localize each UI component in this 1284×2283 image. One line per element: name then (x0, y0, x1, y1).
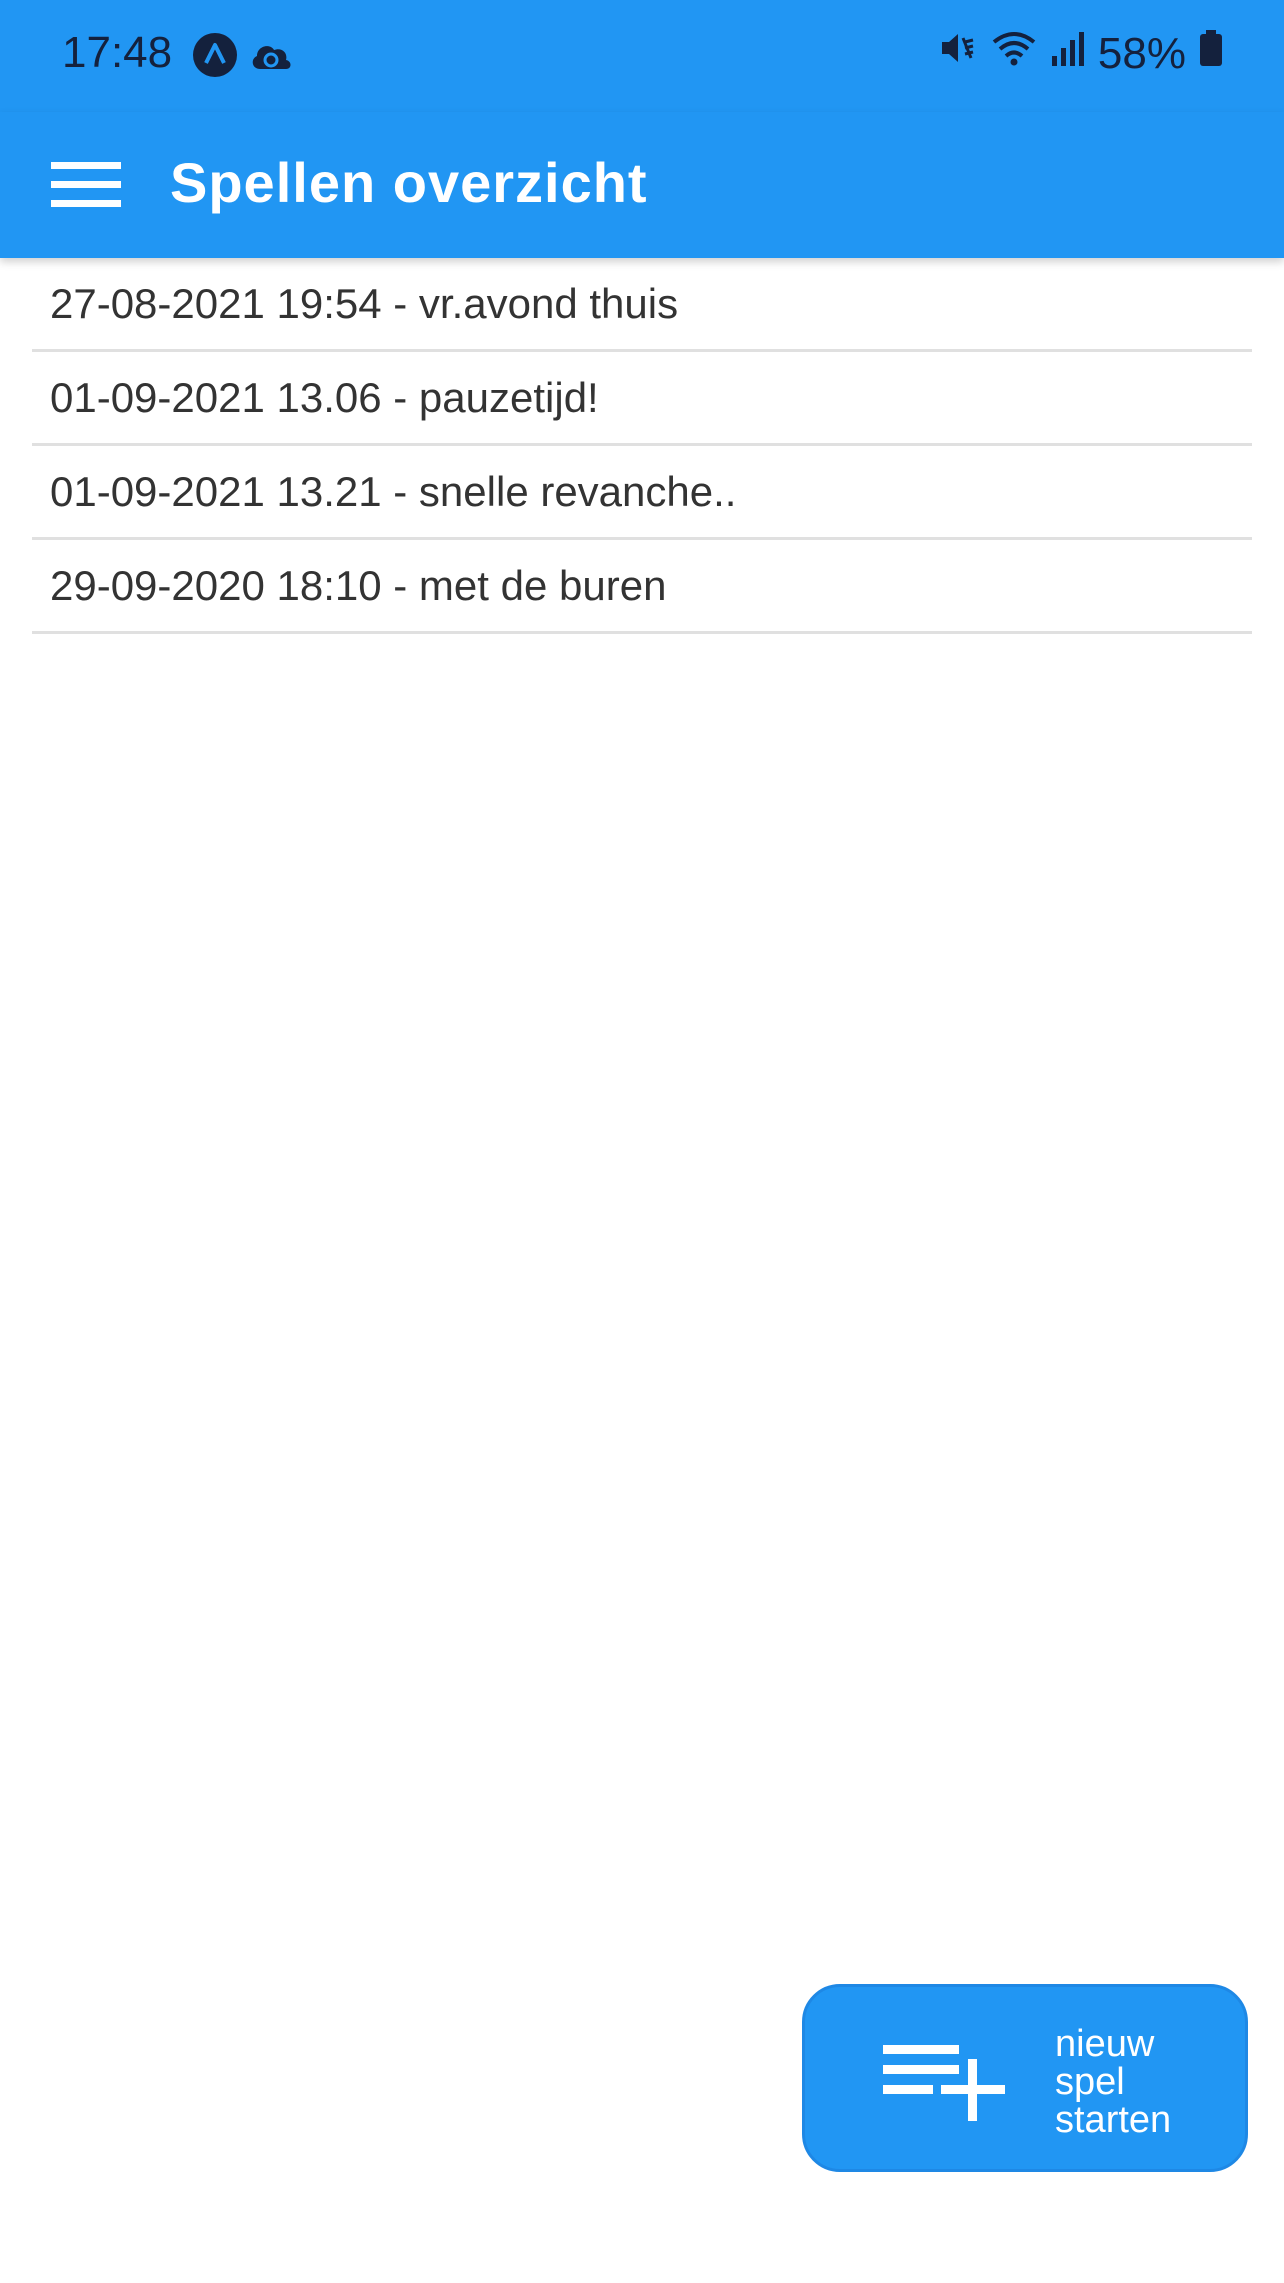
new-game-label-line: nieuw (1055, 2023, 1155, 2065)
status-right: 58% (938, 28, 1224, 79)
cloud-sync-icon (248, 35, 294, 80)
app-bar: Spellen overzicht (0, 112, 1284, 258)
mute-vibrate-icon (938, 28, 978, 79)
game-list-item[interactable]: 27-08-2021 19:54 - vr.avond thuis (32, 258, 1252, 352)
status-left-icons (192, 32, 294, 83)
app-a-icon (192, 32, 238, 83)
game-list: 27-08-2021 19:54 - vr.avond thuis 01-09-… (32, 258, 1252, 634)
new-game-label-line: starten (1055, 2099, 1172, 2141)
game-list-item[interactable]: 29-09-2020 18:10 - met de buren (32, 540, 1252, 634)
page-title: Spellen overzicht (170, 151, 648, 214)
new-game-button[interactable]: nieuw spel starten (802, 1984, 1248, 2172)
playlist-add-icon (881, 2041, 1007, 2134)
new-game-label: nieuw spel starten (1055, 2025, 1171, 2139)
signal-icon (1050, 28, 1086, 79)
wifi-icon (990, 28, 1038, 79)
hamburger-menu-icon (51, 160, 121, 215)
game-list-item[interactable]: 01-09-2021 13.21 - snelle revanche.. (32, 446, 1252, 540)
new-game-label-line: spel (1055, 2061, 1125, 2103)
status-time: 17:48 (62, 28, 173, 77)
menu-button[interactable] (40, 152, 132, 222)
screen: 17:48 58% Spellen overzicht 27-08-2021 1… (0, 0, 1284, 2283)
battery-percentage: 58% (1097, 28, 1186, 78)
battery-icon (1198, 28, 1224, 79)
game-list-item[interactable]: 01-09-2021 13.06 - pauzetijd! (32, 352, 1252, 446)
status-bar: 17:48 58% (0, 0, 1284, 112)
